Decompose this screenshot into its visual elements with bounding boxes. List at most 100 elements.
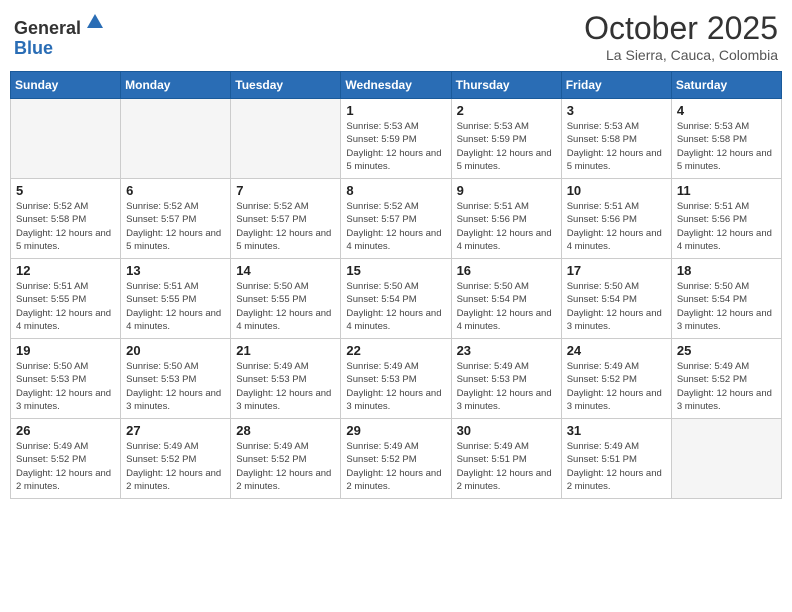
calendar-cell: 5 Sunrise: 5:52 AMSunset: 5:58 PMDaylight… — [11, 179, 121, 259]
calendar-cell: 11 Sunrise: 5:51 AMSunset: 5:56 PMDayligh… — [671, 179, 781, 259]
day-number: 9 — [457, 183, 556, 198]
day-info: Sunrise: 5:52 AMSunset: 5:57 PMDaylight:… — [126, 200, 225, 253]
page-header: General Blue October 2025 La Sierra, Cau… — [10, 10, 782, 63]
day-info: Sunrise: 5:50 AMSunset: 5:54 PMDaylight:… — [567, 280, 666, 333]
day-number: 16 — [457, 263, 556, 278]
header-friday: Friday — [561, 72, 671, 99]
calendar-cell: 7 Sunrise: 5:52 AMSunset: 5:57 PMDaylight… — [231, 179, 341, 259]
day-info: Sunrise: 5:52 AMSunset: 5:57 PMDaylight:… — [236, 200, 335, 253]
day-info: Sunrise: 5:49 AMSunset: 5:53 PMDaylight:… — [346, 360, 445, 413]
calendar-cell: 25 Sunrise: 5:49 AMSunset: 5:52 PMDayligh… — [671, 339, 781, 419]
day-info: Sunrise: 5:49 AMSunset: 5:52 PMDaylight:… — [346, 440, 445, 493]
day-info: Sunrise: 5:49 AMSunset: 5:52 PMDaylight:… — [16, 440, 115, 493]
day-number: 7 — [236, 183, 335, 198]
calendar-cell: 31 Sunrise: 5:49 AMSunset: 5:51 PMDayligh… — [561, 419, 671, 499]
day-number: 4 — [677, 103, 776, 118]
day-info: Sunrise: 5:51 AMSunset: 5:55 PMDaylight:… — [126, 280, 225, 333]
day-info: Sunrise: 5:49 AMSunset: 5:51 PMDaylight:… — [567, 440, 666, 493]
day-number: 21 — [236, 343, 335, 358]
day-info: Sunrise: 5:50 AMSunset: 5:54 PMDaylight:… — [346, 280, 445, 333]
calendar-cell: 23 Sunrise: 5:49 AMSunset: 5:53 PMDayligh… — [451, 339, 561, 419]
day-number: 14 — [236, 263, 335, 278]
day-info: Sunrise: 5:52 AMSunset: 5:58 PMDaylight:… — [16, 200, 115, 253]
week-row-2: 5 Sunrise: 5:52 AMSunset: 5:58 PMDaylight… — [11, 179, 782, 259]
day-number: 17 — [567, 263, 666, 278]
day-info: Sunrise: 5:49 AMSunset: 5:51 PMDaylight:… — [457, 440, 556, 493]
day-info: Sunrise: 5:53 AMSunset: 5:58 PMDaylight:… — [677, 120, 776, 173]
calendar-cell: 28Sunrise: 5:49 AMSunset: 5:52 PMDayligh… — [231, 419, 341, 499]
day-info: Sunrise: 5:53 AMSunset: 5:59 PMDaylight:… — [346, 120, 445, 173]
day-info: Sunrise: 5:50 AMSunset: 5:53 PMDaylight:… — [16, 360, 115, 413]
calendar-cell: 20Sunrise: 5:50 AMSunset: 5:53 PMDayligh… — [121, 339, 231, 419]
calendar-cell: 3Sunrise: 5:53 AMSunset: 5:58 PMDaylight… — [561, 99, 671, 179]
day-info: Sunrise: 5:49 AMSunset: 5:52 PMDaylight:… — [567, 360, 666, 413]
day-info: Sunrise: 5:50 AMSunset: 5:55 PMDaylight:… — [236, 280, 335, 333]
day-number: 11 — [677, 183, 776, 198]
day-number: 25 — [677, 343, 776, 358]
calendar-cell: 9Sunrise: 5:51 AMSunset: 5:56 PMDaylight… — [451, 179, 561, 259]
day-number: 10 — [567, 183, 666, 198]
day-info: Sunrise: 5:52 AMSunset: 5:57 PMDaylight:… — [346, 200, 445, 253]
header-thursday: Thursday — [451, 72, 561, 99]
day-number: 20 — [126, 343, 225, 358]
day-number: 3 — [567, 103, 666, 118]
logo-general: General — [14, 18, 81, 38]
logo: General Blue — [14, 10, 107, 59]
day-info: Sunrise: 5:51 AMSunset: 5:56 PMDaylight:… — [567, 200, 666, 253]
calendar-cell — [671, 419, 781, 499]
calendar-cell: 24 Sunrise: 5:49 AMSunset: 5:52 PMDayligh… — [561, 339, 671, 419]
day-info: Sunrise: 5:51 AMSunset: 5:56 PMDaylight:… — [677, 200, 776, 253]
day-number: 13 — [126, 263, 225, 278]
day-number: 12 — [16, 263, 115, 278]
calendar-cell: 29Sunrise: 5:49 AMSunset: 5:52 PMDayligh… — [341, 419, 451, 499]
calendar-cell: 8Sunrise: 5:52 AMSunset: 5:57 PMDaylight… — [341, 179, 451, 259]
calendar-cell: 16 Sunrise: 5:50 AMSunset: 5:54 PMDayligh… — [451, 259, 561, 339]
week-row-5: 26 Sunrise: 5:49 AMSunset: 5:52 PMDayligh… — [11, 419, 782, 499]
day-info: Sunrise: 5:49 AMSunset: 5:53 PMDaylight:… — [457, 360, 556, 413]
week-row-3: 12 Sunrise: 5:51 AMSunset: 5:55 PMDayligh… — [11, 259, 782, 339]
day-number: 24 — [567, 343, 666, 358]
calendar-header-row: SundayMondayTuesdayWednesdayThursdayFrid… — [11, 72, 782, 99]
day-info: Sunrise: 5:53 AMSunset: 5:59 PMDaylight:… — [457, 120, 556, 173]
calendar-table: SundayMondayTuesdayWednesdayThursdayFrid… — [10, 71, 782, 499]
calendar-cell: 22Sunrise: 5:49 AMSunset: 5:53 PMDayligh… — [341, 339, 451, 419]
day-number: 26 — [16, 423, 115, 438]
day-number: 23 — [457, 343, 556, 358]
day-info: Sunrise: 5:51 AMSunset: 5:55 PMDaylight:… — [16, 280, 115, 333]
day-number: 30 — [457, 423, 556, 438]
calendar-cell: 1 Sunrise: 5:53 AMSunset: 5:59 PMDaylight… — [341, 99, 451, 179]
calendar-cell: 21 Sunrise: 5:49 AMSunset: 5:53 PMDayligh… — [231, 339, 341, 419]
logo-blue: Blue — [14, 38, 53, 58]
day-number: 1 — [346, 103, 445, 118]
calendar-cell: 14 Sunrise: 5:50 AMSunset: 5:55 PMDayligh… — [231, 259, 341, 339]
day-number: 2 — [457, 103, 556, 118]
day-info: Sunrise: 5:49 AMSunset: 5:52 PMDaylight:… — [677, 360, 776, 413]
title-block: October 2025 La Sierra, Cauca, Colombia — [584, 10, 778, 63]
day-info: Sunrise: 5:49 AMSunset: 5:53 PMDaylight:… — [236, 360, 335, 413]
day-number: 6 — [126, 183, 225, 198]
day-info: Sunrise: 5:49 AMSunset: 5:52 PMDaylight:… — [126, 440, 225, 493]
week-row-1: 1 Sunrise: 5:53 AMSunset: 5:59 PMDaylight… — [11, 99, 782, 179]
calendar-cell — [231, 99, 341, 179]
day-number: 15 — [346, 263, 445, 278]
calendar-cell — [121, 99, 231, 179]
day-number: 31 — [567, 423, 666, 438]
calendar-cell: 26 Sunrise: 5:49 AMSunset: 5:52 PMDayligh… — [11, 419, 121, 499]
header-sunday: Sunday — [11, 72, 121, 99]
header-tuesday: Tuesday — [231, 72, 341, 99]
calendar-cell: 4 Sunrise: 5:53 AMSunset: 5:58 PMDaylight… — [671, 99, 781, 179]
header-wednesday: Wednesday — [341, 72, 451, 99]
calendar-cell: 27Sunrise: 5:49 AMSunset: 5:52 PMDayligh… — [121, 419, 231, 499]
calendar-cell: 13 Sunrise: 5:51 AMSunset: 5:55 PMDayligh… — [121, 259, 231, 339]
header-saturday: Saturday — [671, 72, 781, 99]
day-number: 19 — [16, 343, 115, 358]
calendar-cell: 10 Sunrise: 5:51 AMSunset: 5:56 PMDayligh… — [561, 179, 671, 259]
calendar-cell: 19 Sunrise: 5:50 AMSunset: 5:53 PMDayligh… — [11, 339, 121, 419]
calendar-cell — [11, 99, 121, 179]
day-number: 5 — [16, 183, 115, 198]
day-info: Sunrise: 5:50 AMSunset: 5:54 PMDaylight:… — [457, 280, 556, 333]
day-number: 28 — [236, 423, 335, 438]
week-row-4: 19 Sunrise: 5:50 AMSunset: 5:53 PMDayligh… — [11, 339, 782, 419]
month-title: October 2025 — [584, 10, 778, 47]
calendar-cell: 30 Sunrise: 5:49 AMSunset: 5:51 PMDayligh… — [451, 419, 561, 499]
